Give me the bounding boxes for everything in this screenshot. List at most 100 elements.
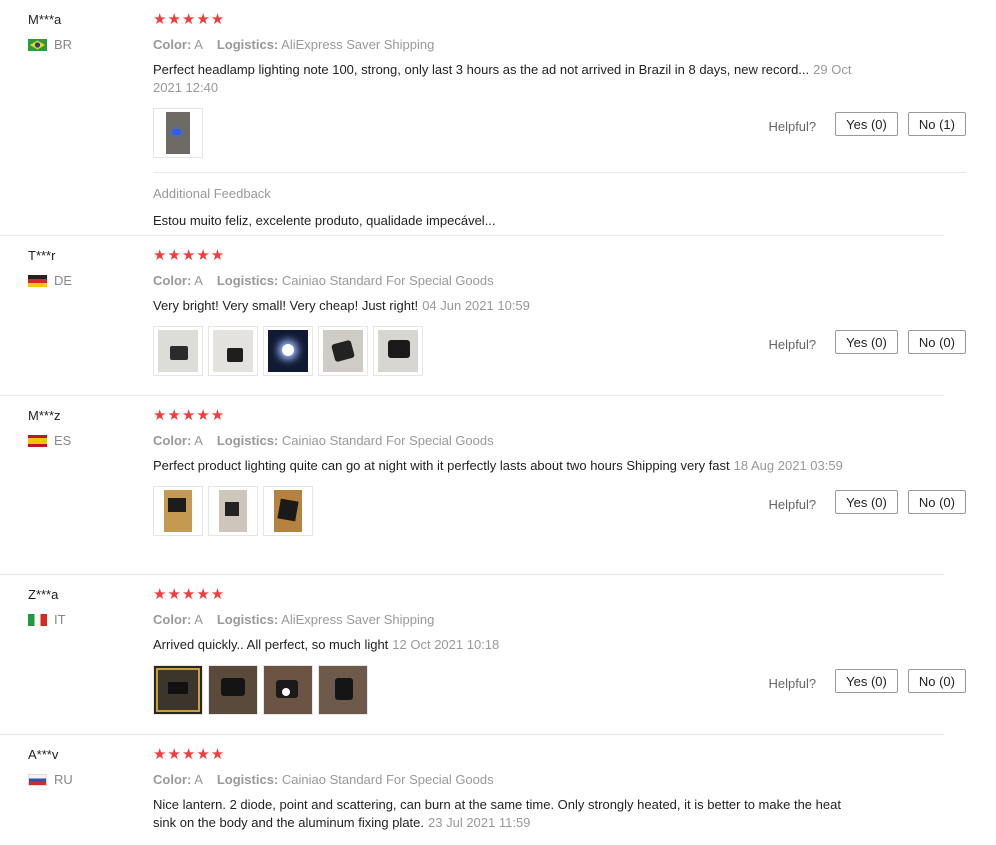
- helpful-yes-button[interactable]: Yes (0): [835, 490, 898, 514]
- review-date: 18 Aug 2021 03:59: [733, 458, 843, 473]
- logistics-label: Logistics:: [216, 37, 279, 52]
- logistics-label: Logistics:: [216, 273, 279, 288]
- review-text: Perfect headlamp lighting note 100, stro…: [153, 61, 853, 97]
- color-label: Color:: [153, 433, 192, 448]
- review-date: 04 Jun 2021 10:59: [422, 298, 530, 313]
- helpful-no-button[interactable]: No (0): [907, 330, 966, 354]
- logistics-label: Logistics:: [216, 433, 279, 448]
- star-rating: ★★★★★: [153, 746, 226, 763]
- country-code: BR: [54, 37, 73, 52]
- spain-flag-icon: [28, 434, 47, 447]
- color-label: Color:: [153, 273, 192, 288]
- review-date: 12 Oct 2021 10:18: [392, 637, 500, 652]
- review-photo[interactable]: [318, 326, 368, 376]
- helpful-label: Helpful?: [768, 337, 817, 352]
- review-text: Arrived quickly.. All perfect, so much l…: [153, 636, 853, 654]
- logistics-value: Cainiao Standard For Special Goods: [281, 273, 494, 288]
- helpful-votes: Helpful? Yes (0) No (0): [768, 490, 966, 514]
- username: M***z: [28, 408, 61, 423]
- country: BR: [28, 37, 138, 52]
- review-photo[interactable]: [263, 326, 313, 376]
- review-photo[interactable]: [153, 486, 203, 536]
- review-photo[interactable]: [208, 486, 258, 536]
- country: DE: [28, 273, 138, 288]
- helpful-votes: Helpful? Yes (0) No (0): [768, 330, 966, 354]
- logistics-value: Cainiao Standard For Special Goods: [281, 772, 494, 787]
- review-photo[interactable]: [318, 665, 368, 715]
- review-photo[interactable]: [153, 326, 203, 376]
- review-text: Perfect product lighting quite can go at…: [153, 457, 853, 475]
- review-item: Z***a IT ★★★★★ Color: A Logistics: AliExp…: [0, 575, 966, 735]
- username: Z***a: [28, 587, 59, 602]
- color-label: Color:: [153, 612, 192, 627]
- username: T***r: [28, 248, 56, 263]
- review-text: Nice lantern. 2 diode, point and scatter…: [153, 796, 853, 832]
- helpful-no-button[interactable]: No (0): [907, 669, 966, 693]
- color-value: A: [194, 612, 203, 627]
- review-photo[interactable]: [263, 665, 313, 715]
- feedback-text: Estou muito feliz, excelente produto, qu…: [153, 213, 496, 228]
- color-value: A: [194, 772, 203, 787]
- review-attributes: Color: A Logistics: Cainiao Standard For …: [153, 772, 944, 788]
- country-code: RU: [54, 772, 73, 787]
- review-user: Z***a IT: [28, 587, 138, 627]
- country: ES: [28, 433, 138, 448]
- country: IT: [28, 612, 138, 627]
- review-attributes: Color: A Logistics: AliExpress Saver Ship…: [153, 37, 944, 53]
- country-code: IT: [54, 612, 66, 627]
- logistics-label: Logistics:: [216, 772, 279, 787]
- star-rating: ★★★★★: [153, 11, 226, 28]
- username: M***a: [28, 12, 62, 27]
- review-photo[interactable]: [373, 326, 423, 376]
- review-photo[interactable]: [153, 665, 203, 715]
- review-item: M***z ES ★★★★★ Color: A Logistics: Cainia…: [0, 396, 966, 575]
- review-body: Perfect product lighting quite can go at…: [153, 458, 730, 473]
- review-item: T***r DE ★★★★★ Color: A Logistics: Cainia…: [0, 236, 966, 396]
- country-code: ES: [54, 433, 72, 448]
- review-attributes: Color: A Logistics: Cainiao Standard For …: [153, 273, 944, 289]
- review-photo[interactable]: [153, 108, 203, 158]
- helpful-label: Helpful?: [768, 119, 817, 134]
- color-value: A: [194, 273, 203, 288]
- color-label: Color:: [153, 37, 192, 52]
- helpful-yes-button[interactable]: Yes (0): [835, 669, 898, 693]
- logistics-label: Logistics:: [216, 612, 279, 627]
- review-photo[interactable]: [208, 326, 258, 376]
- helpful-yes-button[interactable]: Yes (0): [835, 330, 898, 354]
- review-photo[interactable]: [263, 486, 313, 536]
- helpful-votes: Helpful? Yes (0) No (0): [768, 669, 966, 693]
- review-user: T***r DE: [28, 248, 138, 288]
- color-value: A: [194, 433, 203, 448]
- review-user: A***v RU: [28, 747, 138, 787]
- star-rating: ★★★★★: [153, 247, 226, 264]
- helpful-no-button[interactable]: No (1): [907, 112, 966, 136]
- username: A***v: [28, 747, 59, 762]
- review-item: A***v RU ★★★★★ Color: A Logistics: Cainia…: [0, 735, 944, 845]
- review-item: M***a BR ★★★★★ Color: A Logistics: AliExp…: [0, 0, 966, 236]
- helpful-votes: Helpful? Yes (0) No (1): [768, 112, 966, 136]
- review-text: Very bright! Very small! Very cheap! Jus…: [153, 297, 853, 315]
- star-rating: ★★★★★: [153, 407, 226, 424]
- review-date: 23 Jul 2021 11:59: [428, 815, 531, 830]
- feedback-title: Additional Feedback: [153, 186, 271, 201]
- review-user: M***a BR: [28, 12, 138, 52]
- helpful-no-button[interactable]: No (0): [907, 490, 966, 514]
- additional-feedback: Additional Feedback Estou muito feliz, e…: [153, 172, 966, 238]
- review-body: Very bright! Very small! Very cheap! Jus…: [153, 298, 419, 313]
- review-user: M***z ES: [28, 408, 138, 448]
- germany-flag-icon: [28, 274, 47, 287]
- review-body: Perfect headlamp lighting note 100, stro…: [153, 62, 810, 77]
- italy-flag-icon: [28, 613, 47, 626]
- color-label: Color:: [153, 772, 192, 787]
- review-attributes: Color: A Logistics: AliExpress Saver Ship…: [153, 612, 944, 628]
- logistics-value: Cainiao Standard For Special Goods: [281, 433, 494, 448]
- brazil-flag-icon: [28, 38, 47, 51]
- helpful-yes-button[interactable]: Yes (0): [835, 112, 898, 136]
- logistics-value: AliExpress Saver Shipping: [281, 612, 435, 627]
- review-attributes: Color: A Logistics: Cainiao Standard For …: [153, 433, 944, 449]
- helpful-label: Helpful?: [768, 497, 817, 512]
- logistics-value: AliExpress Saver Shipping: [281, 37, 435, 52]
- helpful-label: Helpful?: [768, 676, 817, 691]
- russia-flag-icon: [28, 773, 47, 786]
- review-photo[interactable]: [208, 665, 258, 715]
